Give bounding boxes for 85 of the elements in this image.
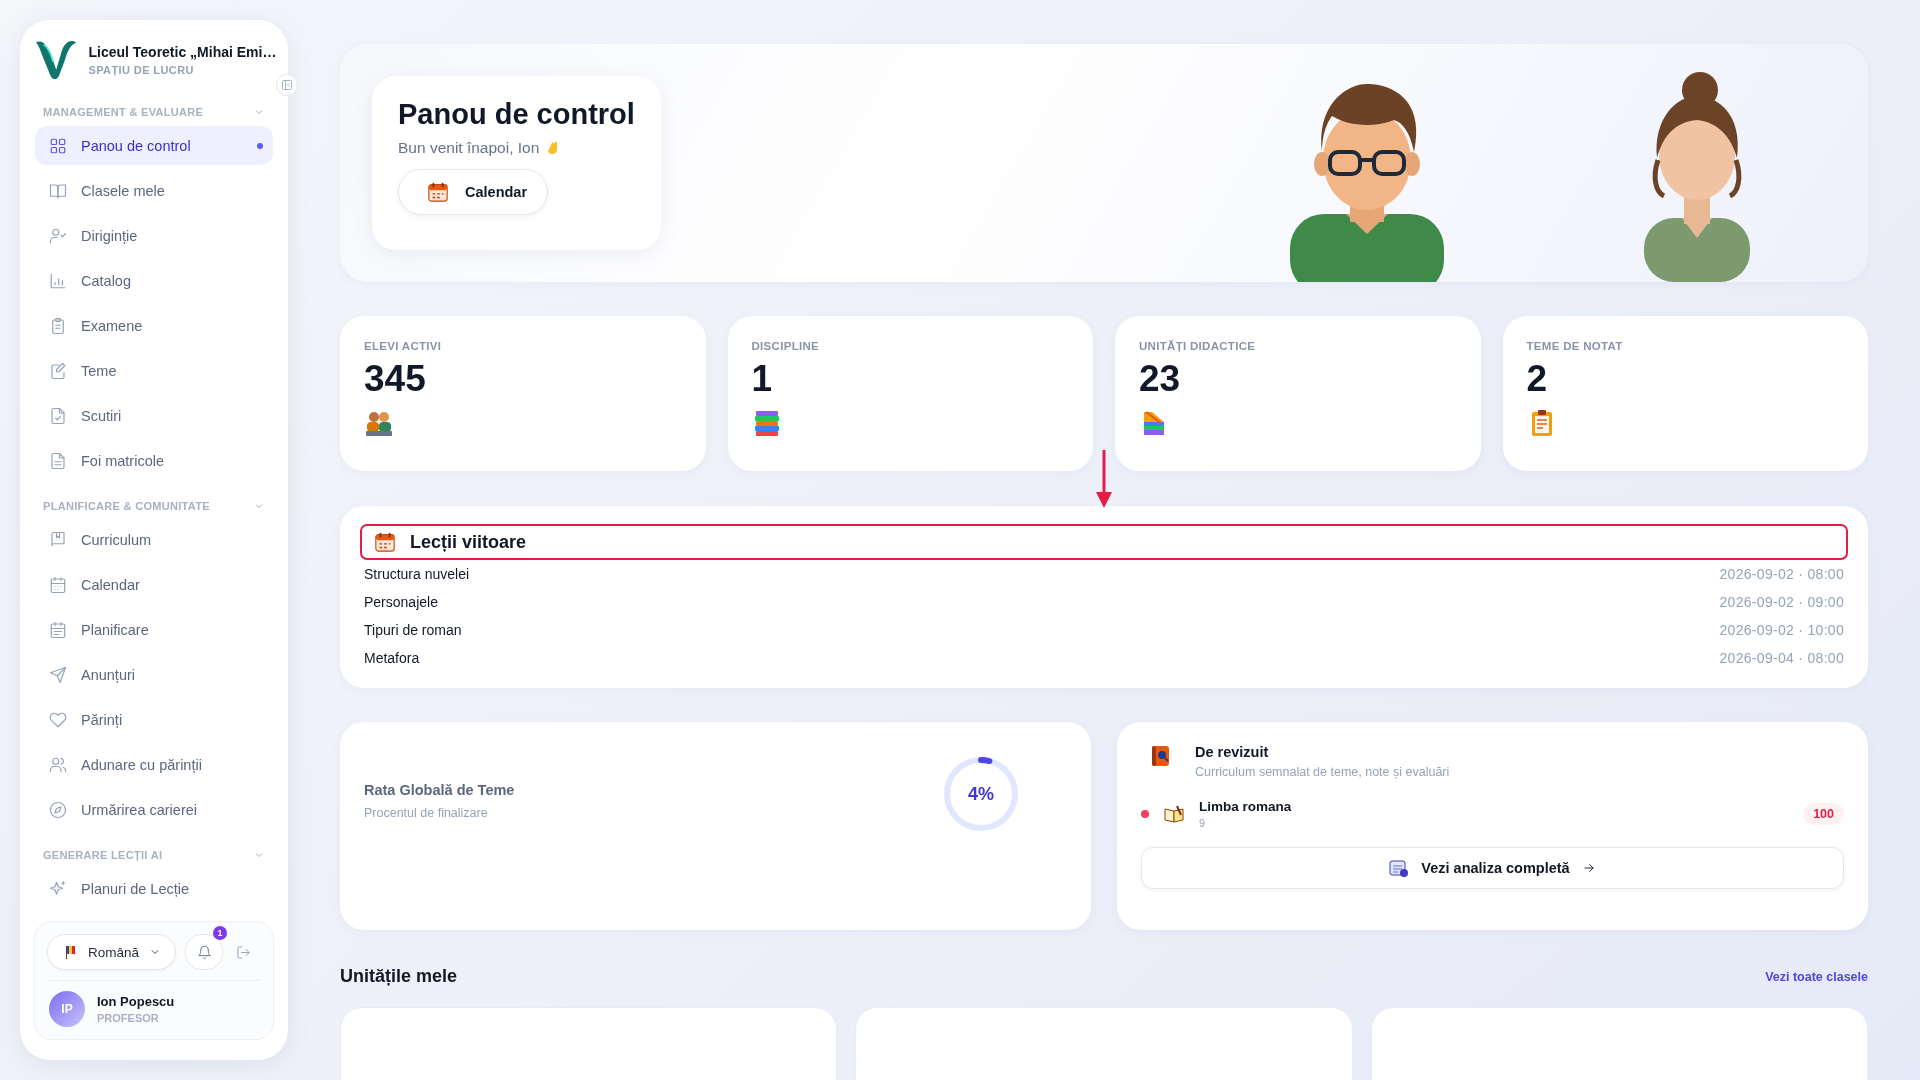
calendar-icon	[49, 620, 67, 639]
calendar-icon	[49, 575, 67, 594]
workspace-label: SPAȚIU DE LUCRU	[88, 63, 195, 76]
stat-label: UNITĂȚI DIDACTICE	[1139, 340, 1256, 352]
grid-icon	[49, 136, 67, 155]
sidebar-item[interactable]: Curriculum	[35, 520, 273, 559]
open-book-icon	[1163, 803, 1185, 825]
collapse-sidebar-button[interactable]	[276, 74, 298, 96]
notifications-button[interactable]	[185, 934, 224, 970]
subject-detail: 9	[1199, 817, 1207, 829]
full-analysis-button[interactable]: Vezi analiza completă	[1141, 847, 1844, 889]
send-icon	[49, 665, 67, 684]
sidebar-item[interactable]: Părinți	[35, 700, 273, 739]
pencil-note-icon	[49, 361, 67, 380]
sidebar-item[interactable]: Urmărirea carierei	[35, 790, 273, 829]
count-badge: 100	[1803, 803, 1844, 825]
user-role: PROFESOR	[97, 1012, 160, 1024]
calendar-icon	[427, 181, 449, 203]
lesson-time: 2026-09-04 · 08:00	[1719, 650, 1844, 666]
clipboard-icon	[49, 316, 67, 335]
stat-label: TEME DE NOTAT	[1526, 340, 1623, 352]
view-all-link[interactable]: Vezi toate clasele	[1765, 969, 1868, 984]
review-subtitle: Curriculum semnalat de teme, note și evaluări	[1195, 765, 1450, 779]
sidebar-item[interactable]: Adunare cu părinții	[35, 745, 273, 784]
review-title: De revizuit	[1195, 744, 1270, 760]
lesson-name: Structura nuvelei	[364, 566, 470, 582]
subject-name: Limba romana	[1199, 799, 1292, 814]
bar-chart-icon	[49, 271, 67, 290]
sidebar-item[interactable]: Teme	[35, 351, 273, 390]
language-select[interactable]: Română	[47, 934, 177, 970]
users-icon	[49, 755, 67, 774]
lesson-name: Metafora	[364, 650, 420, 666]
active-dot	[257, 142, 263, 149]
section-heading: MANAGEMENT & EVALUARE	[43, 106, 204, 118]
sidebar-item[interactable]: Diriginție	[35, 216, 273, 255]
section-heading: GENERARE LECȚII AI	[43, 849, 163, 861]
user-name: Ion Popescu	[97, 994, 175, 1009]
lesson-time: 2026-09-02 · 08:00	[1719, 566, 1844, 582]
lesson-name: Tipuri de roman	[364, 622, 462, 638]
book-icon	[49, 181, 67, 200]
calendar-icon	[374, 531, 396, 553]
welcome-text: Bun venit înapoi, Ion	[398, 139, 540, 157]
heart-icon	[49, 710, 67, 729]
stat-label: DISCIPLINE	[751, 340, 820, 352]
sidebar-item[interactable]: Foi matricole	[35, 441, 273, 480]
stat-value: 2	[1526, 358, 1548, 400]
document-icon	[49, 451, 67, 470]
sidebar-item[interactable]: Examene	[35, 306, 273, 345]
sidebar-item[interactable]: Anunțuri	[35, 655, 273, 694]
user-check-icon	[49, 226, 67, 245]
sidebar-item[interactable]: Planuri de Lecție	[35, 869, 273, 908]
arrow-right-icon	[1581, 861, 1596, 875]
section-title: Lecții viitoare	[410, 531, 527, 553]
stat-value: 345	[364, 358, 426, 400]
collapse-icon	[281, 79, 293, 91]
notification-count: 1	[213, 926, 228, 940]
lesson-time: 2026-09-02 · 09:00	[1719, 594, 1844, 610]
page-title: Panou de control	[398, 98, 635, 131]
rate-subtitle: Procentul de finalizare	[364, 806, 489, 820]
calendar-button[interactable]: Calendar	[398, 169, 549, 215]
sidebar-item[interactable]: Calendar	[35, 565, 273, 604]
user-avatar: IP	[49, 991, 85, 1027]
sidebar-item[interactable]: Clasele mele	[35, 171, 273, 210]
section-heading: PLANIFICARE & COMUNITATE	[43, 500, 210, 512]
flag-icon	[64, 945, 78, 959]
bookmark-book-icon	[49, 530, 67, 549]
stat-value: 23	[1139, 358, 1181, 400]
stat-label: ELEVI ACTIVI	[364, 340, 442, 352]
compass-icon	[49, 800, 67, 819]
rate-title: Rata Globală de Teme	[364, 782, 515, 798]
calendar-chart-icon	[1389, 858, 1410, 878]
sparkles-icon	[49, 879, 67, 898]
bell-icon	[196, 944, 212, 960]
lesson-name: Personajele	[364, 594, 438, 610]
section-title: Unitățile mele	[340, 966, 458, 987]
lesson-time: 2026-09-02 · 10:00	[1719, 622, 1844, 638]
sidebar-item[interactable]: Planificare	[35, 610, 273, 649]
logout-icon	[236, 944, 252, 960]
logo-icon	[34, 38, 79, 80]
sidebar-item[interactable]: Panou de control	[35, 126, 273, 165]
file-check-icon	[49, 406, 67, 425]
progress-reading: 4%	[967, 782, 995, 806]
sidebar-item[interactable]: Catalog	[35, 261, 273, 300]
stat-value: 1	[751, 358, 773, 400]
sidebar-item[interactable]: Scutiri	[35, 396, 273, 435]
